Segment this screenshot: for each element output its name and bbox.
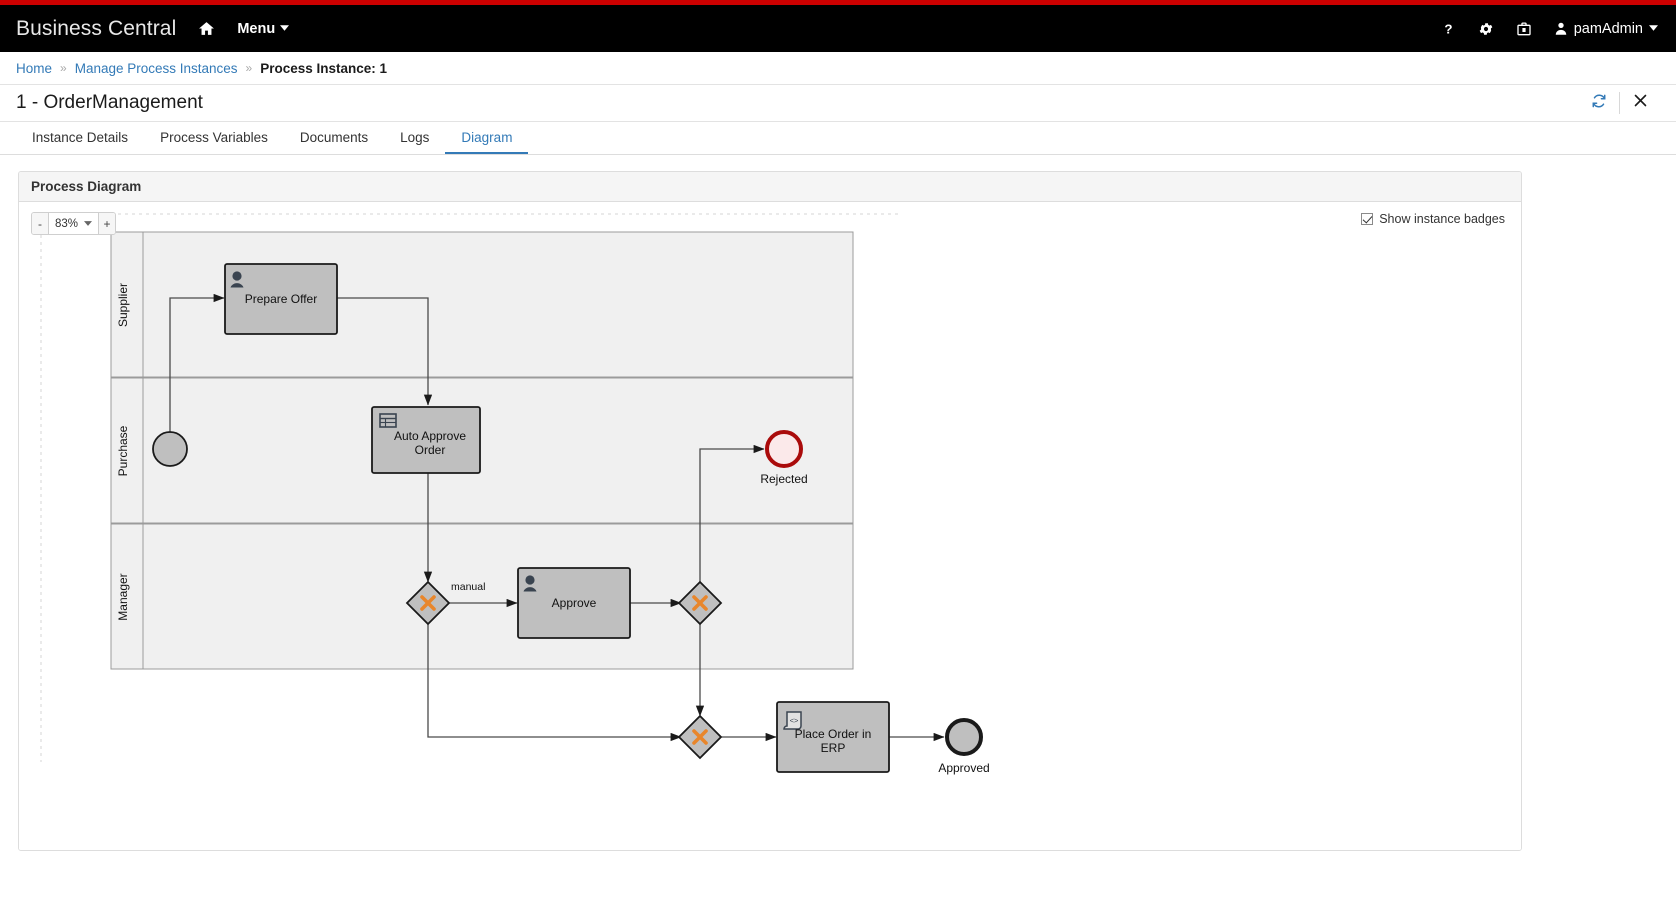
breadcrumb-manage-process-instances[interactable]: Manage Process Instances [75,61,238,76]
breadcrumb-current: Process Instance: 1 [260,60,388,76]
svg-text:?: ? [1444,21,1452,36]
tab-bar: Instance Details Process Variables Docum… [0,122,1676,155]
node-place-order-in-erp[interactable]: <> Place Order in ERP [776,701,890,773]
user-name: pamAdmin [1573,20,1643,37]
zoom-level-value: 83% [55,217,79,230]
node-label-auto-approve-order-2: Order [415,443,446,457]
tab-label: Process Variables [160,129,268,145]
flow-label-manual: manual [451,581,485,593]
close-icon [1633,93,1648,113]
zoom-in-button[interactable]: + [98,213,116,234]
masthead: Business Central Menu ? pamAdmin [0,5,1676,52]
tab-instance-details[interactable]: Instance Details [16,122,144,154]
breadcrumb: Home » Manage Process Instances » Proces… [0,52,1676,85]
lane-manager[interactable]: Manager [110,523,854,670]
close-button[interactable] [1620,88,1660,118]
node-gateway-join[interactable] [677,714,723,760]
page-title: 1 - OrderManagement [16,92,203,113]
home-icon[interactable] [198,20,215,37]
menu-button[interactable]: Menu [237,20,290,37]
node-label-place-order-in-erp: Place Order in [795,727,872,741]
show-instance-badges-checkbox[interactable] [1361,213,1374,225]
show-instance-badges-label: Show instance badges [1379,212,1505,226]
node-label-approve: Approve [552,596,597,610]
chevron-down-icon [1649,24,1658,34]
zoom-controls: - 83% + [31,212,117,235]
help-icon[interactable]: ? [1441,21,1456,37]
node-approve[interactable]: Approve [517,567,631,639]
tab-label: Documents [299,129,369,145]
menu-label: Menu [237,20,276,37]
lane-supplier[interactable]: Supplier [110,231,854,378]
node-label-rejected: Rejected [760,472,807,486]
node-start-event[interactable] [152,431,188,467]
breadcrumb-separator: » [60,61,67,75]
content-area: Process Diagram - 83% + Show instance ba… [0,155,1676,851]
tab-logs[interactable]: Logs [384,122,445,154]
lane-purchase[interactable]: Purchase [110,377,854,524]
briefcase-icon[interactable] [1516,21,1532,37]
refresh-button[interactable] [1579,88,1619,118]
breadcrumb-separator: » [245,61,253,75]
user-menu[interactable]: pamAdmin [1554,21,1658,37]
zoom-level-select[interactable]: 83% [49,213,99,234]
node-label-auto-approve-order: Auto Approve [394,429,466,443]
app-brand: Business Central [16,16,177,40]
lane-label-supplier: Supplier [116,283,130,327]
node-prepare-offer[interactable]: Prepare Offer [224,263,338,335]
tab-documents[interactable]: Documents [284,122,384,154]
chevron-down-icon [280,24,290,34]
chevron-down-icon [84,219,93,228]
person-icon [1554,21,1568,36]
svg-text:<>: <> [790,716,799,725]
panel-title: Process Diagram [31,179,142,194]
process-diagram-panel: Process Diagram - 83% + Show instance ba… [18,171,1522,851]
tab-label: Logs [400,129,430,145]
refresh-icon [1591,93,1607,114]
tab-label: Instance Details [32,129,129,145]
lane-label-manager: Manager [116,573,130,620]
node-approved[interactable]: Approved [938,718,990,775]
tab-label: Diagram [461,129,513,145]
tab-diagram[interactable]: Diagram [445,122,529,154]
breadcrumb-home[interactable]: Home [16,61,52,76]
show-instance-badges-toggle[interactable]: Show instance badges [1361,212,1505,226]
node-label-place-order-in-erp-2: ERP [821,741,846,755]
panel-body: - 83% + Show instance badges Supplier Pu… [19,202,1521,850]
lane-label-purchase: Purchase [116,425,130,476]
bpmn-canvas[interactable]: Supplier Purchase Manager manual Prepare… [19,202,1521,850]
zoom-out-button[interactable]: - [32,213,49,234]
node-auto-approve-order[interactable]: Auto Approve Order [371,406,481,474]
panel-heading: Process Diagram [19,172,1521,202]
page-titlebar: 1 - OrderManagement [0,85,1676,122]
tab-process-variables[interactable]: Process Variables [144,122,284,154]
node-label-approved: Approved [938,761,989,775]
gear-icon[interactable] [1478,21,1494,37]
node-label-prepare-offer: Prepare Offer [245,292,317,306]
